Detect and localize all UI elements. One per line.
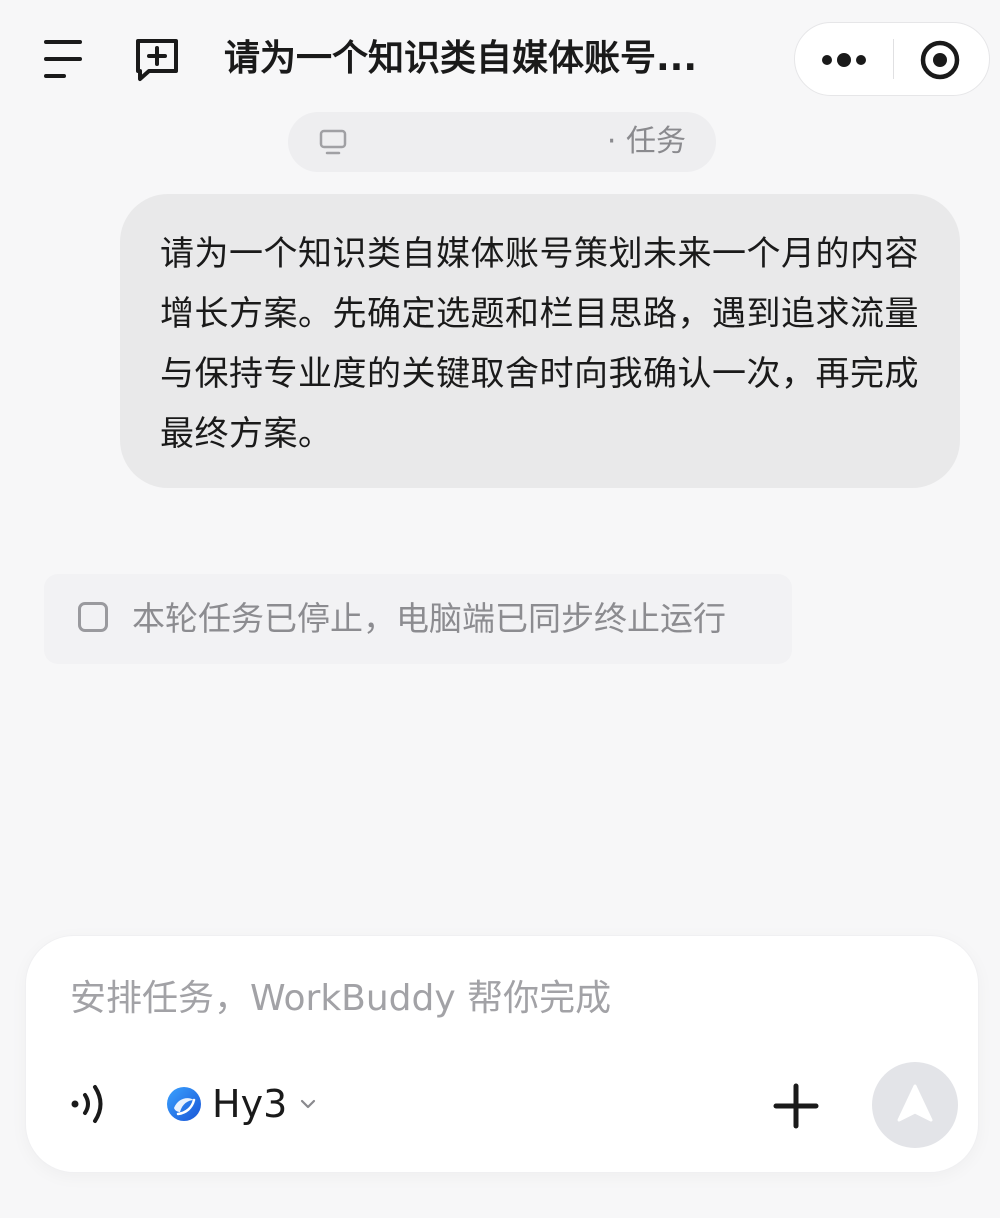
chat-screen: 请为一个知识类自媒体账号... · 任务 请为一个知识类自媒体账号策划未来一个月…: [0, 0, 1000, 1218]
menu-line: [44, 57, 82, 61]
stop-square-icon: [78, 602, 108, 632]
task-input[interactable]: [70, 966, 930, 1030]
hunyuan-logo-icon: [167, 1087, 201, 1121]
voice-wave-icon: [71, 1085, 103, 1123]
monitor-icon: [319, 129, 347, 155]
send-button[interactable]: [872, 1062, 958, 1148]
top-bar: 请为一个知识类自媒体账号...: [0, 0, 1000, 118]
composer-card: Hy3: [26, 936, 978, 1172]
task-stopped-notice: 本轮任务已停止，电脑端已同步终止运行: [44, 574, 792, 664]
menu-line: [44, 74, 66, 78]
new-chat-button[interactable]: [132, 36, 182, 84]
menu-button[interactable]: [40, 38, 86, 82]
chevron-down-icon: [300, 1099, 316, 1109]
voice-button[interactable]: [68, 1082, 112, 1126]
more-button[interactable]: [795, 23, 893, 95]
user-message-text: 请为一个知识类自媒体账号策划未来一个月的内容增长方案。先确定选题和栏目思路，遇到…: [160, 234, 919, 454]
conversation-title: 请为一个知识类自媒体账号...: [224, 38, 698, 79]
model-name: Hy3: [212, 1082, 288, 1126]
close-mini-program-button[interactable]: [894, 23, 990, 95]
menu-line: [44, 40, 82, 44]
task-source-chip[interactable]: · 任务: [288, 112, 716, 172]
target-close-icon: [920, 40, 960, 80]
plus-icon: [773, 1083, 819, 1129]
send-arrow-icon: [897, 1084, 933, 1122]
mini-program-capsule: [794, 22, 990, 96]
notice-text: 本轮任务已停止，电脑端已同步终止运行: [132, 599, 726, 638]
add-attachment-button[interactable]: [772, 1082, 820, 1130]
task-label: · 任务: [606, 124, 686, 159]
more-dots-icon: [822, 53, 866, 67]
model-selector[interactable]: Hy3: [166, 1076, 336, 1132]
user-message-bubble: 请为一个知识类自媒体账号策划未来一个月的内容增长方案。先确定选题和栏目思路，遇到…: [120, 194, 960, 488]
new-chat-icon: [136, 39, 178, 81]
